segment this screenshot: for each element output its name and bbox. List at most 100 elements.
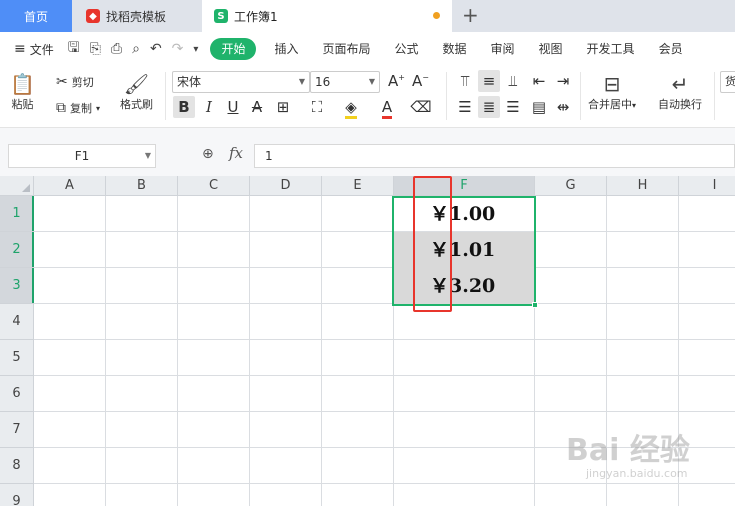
export-icon[interactable]: ⎘ bbox=[90, 41, 101, 57]
wrap-text-button[interactable]: ↵ 自动换行 bbox=[658, 72, 702, 112]
grid-line bbox=[249, 196, 250, 506]
redo-icon[interactable]: ↷ bbox=[172, 41, 184, 57]
annotation-highlight-box bbox=[413, 176, 452, 312]
paste-label: 粘贴 bbox=[11, 98, 34, 111]
row-header-6[interactable]: 6 bbox=[0, 376, 34, 412]
tab-template[interactable]: ◆ 找稻壳模板 bbox=[76, 0, 198, 32]
tab-data[interactable]: 数据 bbox=[431, 38, 479, 60]
tab-member[interactable]: 会员 bbox=[647, 38, 695, 60]
merge-center-button[interactable]: ⊟ 合并居中▾ bbox=[588, 72, 636, 112]
increase-font-icon[interactable]: A+ bbox=[388, 72, 405, 90]
underline-button[interactable]: U bbox=[222, 96, 244, 118]
italic-button[interactable]: I bbox=[198, 96, 220, 118]
merge-center-label: 合并居中 bbox=[588, 98, 632, 111]
chevron-down-icon: ▾ bbox=[632, 101, 637, 110]
column-header-c[interactable]: C bbox=[178, 176, 250, 196]
decrease-font-icon[interactable]: A− bbox=[412, 72, 429, 90]
row-header-2[interactable]: 2 bbox=[0, 232, 34, 268]
name-box[interactable]: F1 ▼ bbox=[8, 144, 156, 168]
row-header-5[interactable]: 5 bbox=[0, 340, 34, 376]
chevron-down-icon: ▼ bbox=[368, 77, 375, 86]
paintbrush-icon: 🖌 bbox=[123, 72, 150, 96]
strikethrough-button[interactable]: A bbox=[246, 96, 268, 118]
file-menu[interactable]: ≡ 文件 bbox=[14, 41, 54, 58]
copy-label: 复制 bbox=[70, 102, 92, 115]
row-header-1[interactable]: 1 bbox=[0, 196, 34, 232]
tab-workbook[interactable]: S 工作簿1 bbox=[202, 0, 452, 32]
wrap-text-icon: ↵ bbox=[671, 72, 689, 96]
ribbon-divider bbox=[714, 72, 715, 120]
column-header-b[interactable]: B bbox=[106, 176, 178, 196]
grid-line bbox=[34, 411, 735, 412]
column-header-e[interactable]: E bbox=[322, 176, 394, 196]
column-header-a[interactable]: A bbox=[34, 176, 106, 196]
tab-home[interactable]: 首页 bbox=[0, 0, 72, 32]
justify-icon[interactable]: ▤ bbox=[528, 96, 550, 118]
tab-view[interactable]: 视图 bbox=[527, 38, 575, 60]
print-icon[interactable]: ⎙ bbox=[111, 41, 122, 57]
chevron-down-icon: ▾ bbox=[96, 103, 101, 113]
customize-chevron-icon[interactable]: ▾ bbox=[193, 44, 198, 55]
font-size-value: 16 bbox=[315, 75, 331, 89]
row-header-9[interactable]: 9 bbox=[0, 484, 34, 506]
format-painter-button[interactable]: 🖌 格式刷 bbox=[120, 72, 153, 112]
indent-icon[interactable]: ⇥ bbox=[552, 70, 574, 92]
align-center-icon[interactable]: ≣ bbox=[478, 96, 500, 118]
grid-line bbox=[177, 196, 178, 506]
undo-icon[interactable]: ↶ bbox=[150, 41, 162, 57]
name-box-value: F1 bbox=[74, 149, 90, 163]
tab-template-label: 找稻壳模板 bbox=[106, 9, 167, 24]
font-color-icon[interactable]: A bbox=[376, 96, 398, 119]
outdent-icon[interactable]: ⇤ bbox=[528, 70, 550, 92]
tab-formulas[interactable]: 公式 bbox=[382, 38, 430, 60]
align-left-icon[interactable]: ☰ bbox=[454, 96, 476, 118]
column-header-h[interactable]: H bbox=[607, 176, 679, 196]
watermark-brand: Bai 经验 bbox=[566, 433, 690, 468]
tab-developer[interactable]: 开发工具 bbox=[575, 38, 647, 60]
function-icon[interactable]: fx bbox=[229, 144, 243, 162]
tab-strip: 首页 ◆ 找稻壳模板 S 工作簿1 + bbox=[0, 0, 735, 32]
zoom-search-icon[interactable]: ⊕ bbox=[202, 146, 214, 162]
fill-color-icon[interactable]: ◈ bbox=[340, 96, 362, 119]
column-header-d[interactable]: D bbox=[250, 176, 322, 196]
row-header-8[interactable]: 8 bbox=[0, 448, 34, 484]
bold-button[interactable]: B bbox=[173, 96, 195, 118]
fill-handle[interactable] bbox=[532, 302, 538, 308]
tab-start[interactable]: 开始 bbox=[210, 38, 257, 60]
align-bottom-icon[interactable]: ⫫ bbox=[502, 70, 524, 92]
column-header-g[interactable]: G bbox=[535, 176, 607, 196]
cut-label: 剪切 bbox=[71, 76, 94, 89]
cut-button[interactable]: ✂ 剪切 bbox=[56, 74, 94, 90]
align-top-icon[interactable]: ⫪ bbox=[454, 70, 476, 92]
grid-line bbox=[34, 339, 735, 340]
row-header-3[interactable]: 3 bbox=[0, 268, 34, 304]
tab-home-label: 首页 bbox=[23, 9, 48, 24]
add-tab-icon[interactable]: + bbox=[462, 4, 479, 26]
print-preview-icon[interactable]: ⌕ bbox=[132, 41, 140, 57]
save-icon[interactable]: 🖫 bbox=[68, 37, 80, 61]
row-header-4[interactable]: 4 bbox=[0, 304, 34, 340]
ribbon: 📋 粘贴 ✂ 剪切 ⧉ 复制 ▾ 🖌 格式刷 宋体 ▼ 16 ▼ A+ A− B… bbox=[0, 66, 735, 128]
docer-logo-icon: ◆ bbox=[86, 9, 100, 23]
eraser-icon[interactable]: ⌫ bbox=[410, 96, 432, 118]
formula-input[interactable]: 1 bbox=[254, 144, 735, 168]
paste-button[interactable]: 📋 粘贴 bbox=[10, 72, 35, 112]
tab-review[interactable]: 审阅 bbox=[479, 38, 527, 60]
copy-button[interactable]: ⧉ 复制 ▾ bbox=[56, 100, 100, 116]
grid-line bbox=[34, 375, 735, 376]
column-header-i[interactable]: I bbox=[679, 176, 735, 196]
tab-page-layout[interactable]: 页面布局 bbox=[310, 38, 382, 60]
font-size-select[interactable]: 16 ▼ bbox=[310, 71, 380, 93]
number-format-select[interactable]: 货 bbox=[720, 71, 735, 93]
border-icon[interactable]: ⊞ bbox=[272, 96, 294, 118]
wrap-text-label: 自动换行 bbox=[658, 98, 702, 111]
select-all-corner[interactable] bbox=[0, 176, 34, 196]
align-right-icon[interactable]: ☰ bbox=[502, 96, 524, 118]
row-header-7[interactable]: 7 bbox=[0, 412, 34, 448]
distribute-icon[interactable]: ⇹ bbox=[552, 96, 574, 118]
font-name-select[interactable]: 宋体 ▼ bbox=[172, 71, 310, 93]
tab-insert[interactable]: 插入 bbox=[262, 38, 310, 60]
fill-pattern-icon[interactable]: ⛶ bbox=[306, 96, 328, 118]
unsaved-indicator-icon bbox=[433, 12, 440, 19]
align-middle-icon[interactable]: ≡ bbox=[478, 70, 500, 92]
